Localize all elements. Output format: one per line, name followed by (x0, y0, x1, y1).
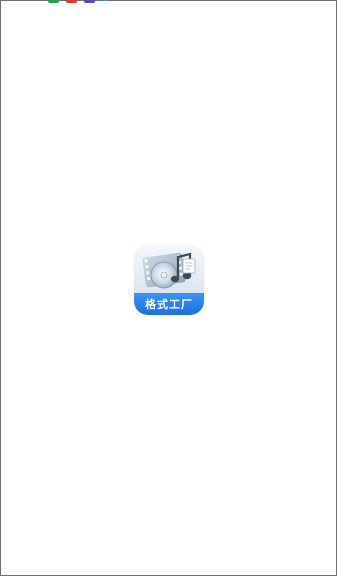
notification-purple-icon (84, 0, 95, 3)
app-name-band: 格式工厂 (134, 293, 204, 315)
notification-cyan-icon (102, 0, 108, 1)
app-logo-icon: 格式工厂 (134, 245, 204, 315)
splash-screen: 格式工厂 (0, 0, 337, 576)
app-name-label: 格式工厂 (145, 297, 193, 311)
notification-red-icon (66, 0, 77, 3)
status-bar-icons (48, 0, 108, 5)
notification-green-icon (48, 0, 59, 3)
format-factory-artwork-icon (134, 245, 204, 293)
